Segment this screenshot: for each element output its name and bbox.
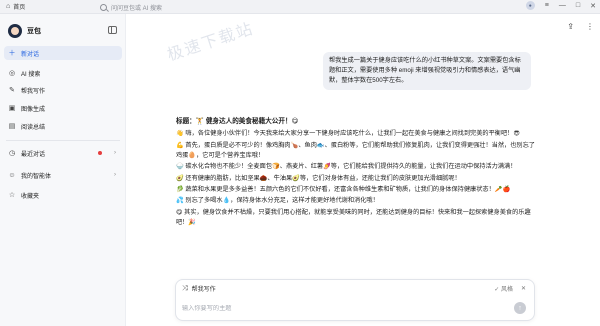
- answer-paragraph: 🥑 还有健康的脂肪，比如坚果🌰、牛油果🥑等，它们对身体有益，还能让我们的皮肤更加…: [176, 174, 461, 182]
- top-search-bar[interactable]: 问问豆包或 AI 搜索: [100, 2, 480, 12]
- minimize-icon[interactable]: —: [559, 2, 566, 9]
- brand[interactable]: 豆包: [8, 24, 41, 38]
- user-message-bubble: 帮我生成一篇关于健身应该吃什么的小红书种草文案。文案需要包含标题和正文，需要使用…: [323, 52, 531, 90]
- book-icon: ▤: [8, 123, 16, 130]
- image-icon: ▣: [8, 105, 16, 112]
- sidebar-item-label: AI 搜索: [21, 71, 41, 78]
- sidebar-item-my-agents[interactable]: ☺ 我的智能体 ›: [4, 168, 122, 182]
- sidebar-item-label: 收藏夹: [21, 193, 40, 200]
- composer-actions: ✓ 风格 ✕: [494, 284, 526, 293]
- sidebar-item-favorites[interactable]: ☆ 收藏夹: [4, 188, 122, 202]
- composer-mode[interactable]: ⤨ 帮我写作: [182, 284, 216, 294]
- brand-name: 豆包: [27, 28, 41, 35]
- brand-avatar-icon: [8, 24, 22, 38]
- home-icon: ⌂: [6, 3, 11, 10]
- menu-icon[interactable]: ≡: [545, 2, 549, 9]
- chevron-right-icon[interactable]: ›: [114, 150, 116, 156]
- plus-icon: ＋: [8, 50, 16, 57]
- sidebar-item-writing[interactable]: ✎ 帮我写作: [4, 83, 122, 97]
- send-button[interactable]: ↑: [514, 302, 526, 314]
- search-icon: [100, 3, 107, 11]
- top-search-placeholder: 问问豆包或 AI 搜索: [111, 5, 163, 12]
- sidebar: 豆包 ＋ 新对话 ◎ AI 搜索 ✎ 帮我写作 ▣ 图像生成 ▤ 阅读总结 ◷ …: [0, 14, 126, 326]
- assistant-answer: 标题：🏋️ 健身达人的美食秘籍大公开！😋 👋 嗨，各位健身小伙伴们！今天我来给大…: [176, 117, 538, 229]
- search-icon: ◎: [8, 70, 16, 77]
- style-label: 风格: [500, 287, 513, 293]
- answer-paragraph: 🍚 碳水化合物也不能少！全麦面包🍞、燕麦片、红薯🍠等，它们能给我们提供持久的能量…: [176, 163, 517, 171]
- answer-paragraph: 💦 别忘了多喝水💧，保持身体水分充足，这样才能更好地代谢和消化哦！: [176, 197, 379, 205]
- clock-icon: ◷: [8, 150, 16, 157]
- answer-paragraph: 💪 首先，蛋白质是必不可少的！像鸡胸肉🍗、鱼肉🐟、蛋白粉等，它们能帮助我们修复肌…: [176, 141, 535, 159]
- sidebar-item-label: 我的智能体: [21, 173, 52, 180]
- sidebar-divider: [6, 140, 120, 141]
- unread-dot: [98, 151, 102, 155]
- sidebar-item-reading[interactable]: ▤ 阅读总结: [4, 119, 122, 133]
- chevron-right-icon[interactable]: ›: [114, 172, 116, 178]
- sidebar-item-label: 最近对话: [21, 151, 46, 158]
- composer-mode-label: 帮我写作: [191, 287, 216, 293]
- answer-title: 标题：🏋️ 健身达人的美食秘籍大公开！😋: [176, 118, 299, 125]
- sidebar-item-ai-search[interactable]: ◎ AI 搜索: [4, 66, 122, 80]
- star-icon: ☆: [8, 192, 16, 199]
- shuffle-icon: ⤨: [182, 284, 188, 292]
- tab-home[interactable]: ⌂ 首页: [0, 0, 31, 14]
- sidebar-item-label: 帮我写作: [21, 88, 46, 95]
- maximize-icon[interactable]: □: [576, 2, 580, 9]
- sidebar-item-new-chat[interactable]: ＋ 新对话: [4, 46, 122, 60]
- style-selector[interactable]: ✓ 风格: [494, 284, 513, 293]
- window-controls: ● ≡ — □ ✕: [525, 1, 596, 10]
- sidebar-item-recent[interactable]: ◷ 最近对话 ›: [4, 146, 122, 160]
- composer-input[interactable]: [182, 305, 482, 312]
- answer-paragraph: 👋 嗨，各位健身小伙伴们！今天我来给大家分享一下健身时应该吃什么，让我们一起在美…: [176, 130, 520, 138]
- close-icon[interactable]: ✕: [590, 2, 596, 10]
- sidebar-item-label: 阅读总结: [21, 124, 46, 131]
- bot-icon: ☺: [8, 171, 16, 179]
- tab-home-label: 首页: [13, 5, 26, 11]
- title-bar: ⌂ 首页 问问豆包或 AI 搜索 ● ≡ — □ ✕: [0, 0, 600, 14]
- user-avatar-icon[interactable]: ●: [525, 1, 535, 10]
- close-icon[interactable]: ✕: [521, 285, 526, 292]
- composer: ⤨ 帮我写作 ✓ 风格 ✕ ↑: [175, 279, 535, 321]
- sidebar-item-image-gen[interactable]: ▣ 图像生成: [4, 101, 122, 115]
- sidebar-collapse-icon[interactable]: [108, 26, 117, 34]
- sidebar-item-label: 新对话: [21, 51, 40, 58]
- share-icon[interactable]: ⇪: [567, 22, 574, 31]
- more-icon[interactable]: ⋮: [586, 22, 594, 31]
- answer-paragraph: 😋 其实，健身饮食并不枯燥，只要我们用心搭配，就能享受美味的同时，还能达到健身的…: [176, 208, 531, 226]
- pen-icon: ✎: [9, 87, 15, 94]
- sidebar-item-label: 图像生成: [21, 106, 46, 113]
- chat-toolbar: ⇪ ⋮: [567, 22, 594, 31]
- answer-paragraph: 🥬 蔬菜和水果更是多多益善！五颜六色的它们不仅好看，还富含各种维生素和矿物质，让…: [176, 185, 511, 193]
